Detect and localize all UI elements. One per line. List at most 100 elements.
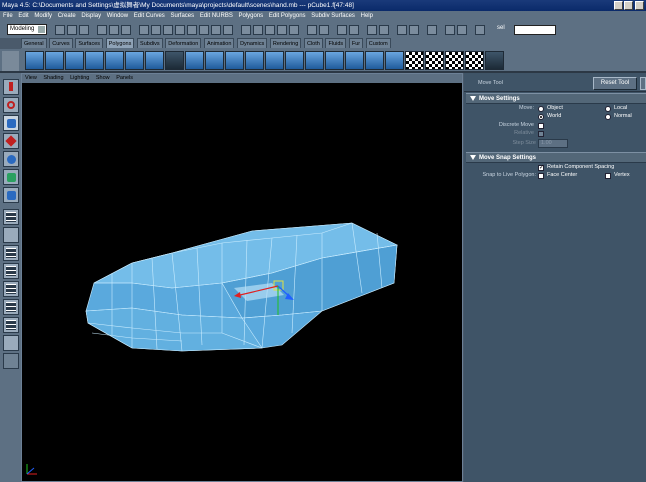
extrude-edge-icon[interactable] [205, 51, 224, 70]
tab-polygons[interactable]: Polygons [105, 38, 135, 48]
menu-edit-nurbs[interactable]: Edit NURBS [200, 13, 233, 19]
poly-pyramid-icon[interactable] [145, 51, 164, 70]
mask-deform-icon[interactable] [187, 25, 197, 35]
tab-curves[interactable]: Curves [49, 38, 73, 48]
tab-fluids[interactable]: Fluids [325, 38, 347, 48]
poly-torus-icon[interactable] [125, 51, 144, 70]
hypershade-icon[interactable] [3, 317, 19, 333]
tab-custom[interactable]: Custom [365, 38, 391, 48]
move-tool-icon[interactable] [3, 133, 19, 149]
menu-file[interactable]: File [3, 13, 13, 19]
tab-cloth[interactable]: Cloth [303, 38, 323, 48]
menu-polygons[interactable]: Polygons [239, 13, 264, 19]
input-icon[interactable] [337, 25, 347, 35]
render-icon[interactable] [379, 25, 389, 35]
cylindrical-map-icon[interactable] [425, 51, 444, 70]
mask-dynamic-icon[interactable] [199, 25, 209, 35]
menu-edit-curves[interactable]: Edit Curves [134, 13, 165, 19]
mask-render-icon[interactable] [211, 25, 221, 35]
render-view-icon[interactable] [367, 25, 377, 35]
mode-selector[interactable]: Modeling [7, 24, 47, 35]
select-tool-icon[interactable] [3, 79, 19, 95]
menu-help[interactable]: Help [361, 13, 373, 19]
panel-menu-lighting[interactable]: Lighting [70, 75, 89, 81]
panel-menu-shading[interactable]: Shading [43, 75, 63, 81]
select-component-icon[interactable] [121, 25, 131, 35]
reset-tool-button[interactable]: Reset Tool [593, 77, 637, 90]
mask-surface-icon[interactable] [175, 25, 185, 35]
move-local-radio[interactable] [605, 106, 611, 112]
mask-curve-icon[interactable] [163, 25, 173, 35]
merge-edges-icon[interactable] [265, 51, 284, 70]
construction-icon[interactable] [319, 25, 329, 35]
poly-plane-icon[interactable] [105, 51, 124, 70]
scale-tool-icon[interactable] [3, 169, 19, 185]
snap-curve-icon[interactable] [253, 25, 263, 35]
attribute-editor-icon[interactable] [457, 25, 467, 35]
tool-settings-icon[interactable] [475, 25, 485, 35]
tab-subdivs[interactable]: Subdivs [137, 38, 163, 48]
mask-joint-icon[interactable] [151, 25, 161, 35]
shelf-menu-icon[interactable] [2, 51, 19, 71]
split-polygon-icon[interactable] [165, 51, 184, 70]
poly-cube-icon[interactable] [45, 51, 64, 70]
poly-cone-icon[interactable] [85, 51, 104, 70]
face-center-checkbox[interactable] [538, 173, 544, 179]
quadrangulate-icon[interactable] [365, 51, 384, 70]
output-icon[interactable] [349, 25, 359, 35]
open-scene-icon[interactable] [67, 25, 77, 35]
close-button[interactable] [635, 1, 644, 10]
discrete-move-checkbox[interactable] [538, 123, 544, 129]
menu-edit-polygons[interactable]: Edit Polygons [269, 13, 306, 19]
poly-sphere-icon[interactable] [25, 51, 44, 70]
planar-map-icon[interactable] [405, 51, 424, 70]
graph-icon[interactable] [3, 299, 19, 315]
lasso-tool-icon[interactable] [3, 97, 19, 113]
tab-animation[interactable]: Animation [203, 38, 235, 48]
move-snap-settings-frame[interactable]: Move Snap Settings [466, 152, 646, 163]
four-view-icon[interactable] [3, 245, 19, 261]
retain-spacing-checkbox[interactable]: ✓ [538, 165, 544, 171]
combine-icon[interactable] [305, 51, 324, 70]
snap-grid-icon[interactable] [241, 25, 251, 35]
move-object-radio[interactable] [538, 106, 544, 112]
make-live-icon[interactable] [289, 25, 299, 35]
new-scene-icon[interactable] [55, 25, 65, 35]
layout-icon[interactable] [3, 263, 19, 279]
save-scene-icon[interactable] [79, 25, 89, 35]
append-polygon-icon[interactable] [385, 51, 404, 70]
maximize-button[interactable] [624, 1, 633, 10]
snap-view-icon[interactable] [277, 25, 287, 35]
separate-icon[interactable] [325, 51, 344, 70]
bevel-icon[interactable] [225, 51, 244, 70]
menu-window[interactable]: Window [107, 13, 128, 19]
ipr-render-icon[interactable] [397, 25, 407, 35]
panel-menu-view[interactable]: View [25, 75, 37, 81]
paint-select-icon[interactable] [3, 115, 19, 131]
menu-create[interactable]: Create [58, 13, 76, 19]
script-icon[interactable] [3, 335, 19, 351]
rotate-tool-icon[interactable] [3, 151, 19, 167]
history-icon[interactable] [307, 25, 317, 35]
poly-cylinder-icon[interactable] [65, 51, 84, 70]
select-object-icon[interactable] [109, 25, 119, 35]
tab-deformation[interactable]: Deformation [165, 38, 202, 48]
selection-input[interactable] [514, 25, 556, 35]
panel-menu-show[interactable]: Show [96, 75, 110, 81]
menu-surfaces[interactable]: Surfaces [170, 13, 194, 19]
single-view-icon[interactable] [3, 227, 19, 243]
automatic-map-icon[interactable] [465, 51, 484, 70]
render-globals-icon[interactable] [409, 25, 419, 35]
show-hide-icon[interactable] [427, 25, 437, 35]
minimize-button[interactable] [614, 1, 623, 10]
mask-misc-icon[interactable] [223, 25, 233, 35]
texture-editor-icon[interactable] [485, 51, 504, 70]
move-settings-frame[interactable]: Move Settings [466, 93, 646, 104]
snap-point-icon[interactable] [265, 25, 275, 35]
collapse-arrow-icon[interactable] [470, 96, 476, 101]
menu-modify[interactable]: Modify [34, 13, 52, 19]
viewport[interactable] [22, 83, 462, 481]
merge-vertices-icon[interactable] [245, 51, 264, 70]
channel-box-icon[interactable] [445, 25, 455, 35]
spherical-map-icon[interactable] [445, 51, 464, 70]
